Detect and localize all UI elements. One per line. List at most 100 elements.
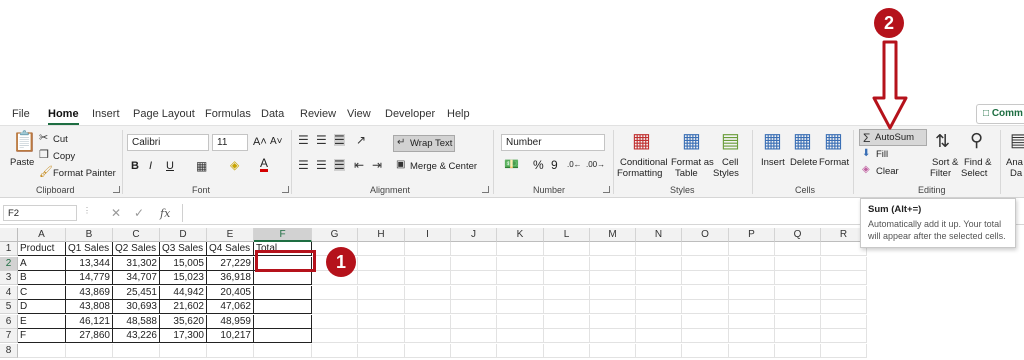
- cut-button[interactable]: Cut: [53, 134, 68, 145]
- column-header-c[interactable]: C: [113, 228, 160, 242]
- row-header-3[interactable]: 3: [0, 271, 18, 285]
- cell-l1[interactable]: [544, 242, 590, 256]
- cell-l3[interactable]: [544, 271, 590, 285]
- cell-k1[interactable]: [497, 242, 544, 256]
- wrap-text-button[interactable]: ↵ Wrap Text: [393, 135, 455, 152]
- cell-m7[interactable]: [590, 329, 636, 343]
- cell-o6[interactable]: [682, 314, 729, 329]
- select-all-corner[interactable]: [0, 228, 18, 242]
- cell-n2[interactable]: [636, 256, 682, 271]
- cell-f3[interactable]: [254, 271, 312, 285]
- underline-button[interactable]: U: [166, 160, 174, 172]
- cell-f8[interactable]: [254, 343, 312, 358]
- clear-button[interactable]: Clear: [876, 166, 899, 177]
- increase-indent-icon[interactable]: ⇥: [372, 159, 382, 171]
- cell-j5[interactable]: [451, 300, 497, 314]
- cell-c4[interactable]: 25,451: [113, 285, 160, 300]
- cell-d7[interactable]: 17,300: [160, 329, 207, 343]
- tab-formulas[interactable]: Formulas: [205, 108, 251, 120]
- cell-r3[interactable]: [821, 271, 867, 285]
- cell-m6[interactable]: [590, 314, 636, 329]
- cell-e8[interactable]: [207, 343, 254, 358]
- cell-p8[interactable]: [729, 343, 775, 358]
- cell-j3[interactable]: [451, 271, 497, 285]
- comma-style-button[interactable]: 9: [551, 158, 558, 172]
- cell-g5[interactable]: [312, 300, 358, 314]
- cell-c8[interactable]: [113, 343, 160, 358]
- column-header-h[interactable]: H: [358, 228, 405, 242]
- cell-d8[interactable]: [160, 343, 207, 358]
- cell-f7[interactable]: [254, 329, 312, 343]
- cell-q8[interactable]: [775, 343, 821, 358]
- cell-i8[interactable]: [405, 343, 451, 358]
- cell-m8[interactable]: [590, 343, 636, 358]
- cell-r5[interactable]: [821, 300, 867, 314]
- cell-c2[interactable]: 31,302: [113, 256, 160, 271]
- analyze-data-button[interactable]: Ana: [1006, 157, 1023, 168]
- cell-d6[interactable]: 35,620: [160, 314, 207, 329]
- insert-function-button[interactable]: fx: [160, 207, 170, 220]
- cell-l6[interactable]: [544, 314, 590, 329]
- cell-i5[interactable]: [405, 300, 451, 314]
- column-header-a[interactable]: A: [18, 228, 66, 242]
- tab-help[interactable]: Help: [447, 108, 470, 120]
- tab-view[interactable]: View: [347, 108, 371, 120]
- cell-o4[interactable]: [682, 285, 729, 300]
- column-header-g[interactable]: G: [312, 228, 358, 242]
- cell-i2[interactable]: [405, 256, 451, 271]
- cell-d5[interactable]: 21,602: [160, 300, 207, 314]
- cell-e6[interactable]: 48,959: [207, 314, 254, 329]
- align-bottom-icon[interactable]: ☰: [334, 134, 345, 146]
- bold-button[interactable]: B: [131, 160, 139, 172]
- cell-p5[interactable]: [729, 300, 775, 314]
- name-box[interactable]: F2: [3, 205, 77, 221]
- cell-g4[interactable]: [312, 285, 358, 300]
- cell-d4[interactable]: 44,942: [160, 285, 207, 300]
- font-launcher[interactable]: [282, 186, 289, 193]
- cell-a7[interactable]: F: [18, 329, 66, 343]
- tab-home[interactable]: Home: [48, 108, 79, 125]
- italic-button[interactable]: I: [149, 160, 152, 172]
- cell-q6[interactable]: [775, 314, 821, 329]
- cell-j7[interactable]: [451, 329, 497, 343]
- cell-m1[interactable]: [590, 242, 636, 256]
- cell-e1[interactable]: Q4 Sales: [207, 242, 254, 256]
- shrink-font-button[interactable]: A˅: [270, 136, 283, 147]
- cell-p1[interactable]: [729, 242, 775, 256]
- cell-p4[interactable]: [729, 285, 775, 300]
- cell-r2[interactable]: [821, 256, 867, 271]
- cell-h5[interactable]: [358, 300, 405, 314]
- decrease-decimal-button[interactable]: .00→: [586, 160, 605, 169]
- row-header-7[interactable]: 7: [0, 329, 18, 343]
- cell-styles-button[interactable]: Cell: [722, 157, 738, 168]
- cell-n4[interactable]: [636, 285, 682, 300]
- number-format-dropdown[interactable]: Number: [501, 134, 605, 151]
- increase-decimal-button[interactable]: .0←: [567, 160, 582, 169]
- cell-b6[interactable]: 46,121: [66, 314, 113, 329]
- row-header-6[interactable]: 6: [0, 314, 18, 329]
- format-painter-button[interactable]: Format Painter: [53, 168, 116, 179]
- cell-a4[interactable]: C: [18, 285, 66, 300]
- row-header-8[interactable]: 8: [0, 343, 18, 358]
- tab-data[interactable]: Data: [261, 108, 284, 120]
- cell-h8[interactable]: [358, 343, 405, 358]
- column-header-b[interactable]: B: [66, 228, 113, 242]
- tab-insert[interactable]: Insert: [92, 108, 120, 120]
- cell-c5[interactable]: 30,693: [113, 300, 160, 314]
- cell-k2[interactable]: [497, 256, 544, 271]
- cell-e3[interactable]: 36,918: [207, 271, 254, 285]
- borders-icon[interactable]: ▦: [196, 160, 207, 172]
- cell-b7[interactable]: 27,860: [66, 329, 113, 343]
- column-header-f[interactable]: F: [254, 228, 312, 242]
- cell-k8[interactable]: [497, 343, 544, 358]
- cell-l2[interactable]: [544, 256, 590, 271]
- percent-button[interactable]: %: [533, 158, 544, 172]
- comments-button[interactable]: □ Comm: [976, 104, 1024, 124]
- fill-color-icon[interactable]: ◈: [230, 159, 239, 171]
- cell-j8[interactable]: [451, 343, 497, 358]
- cell-p6[interactable]: [729, 314, 775, 329]
- column-header-o[interactable]: O: [682, 228, 729, 242]
- cell-b1[interactable]: Q1 Sales: [66, 242, 113, 256]
- cell-n7[interactable]: [636, 329, 682, 343]
- number-launcher[interactable]: [603, 186, 610, 193]
